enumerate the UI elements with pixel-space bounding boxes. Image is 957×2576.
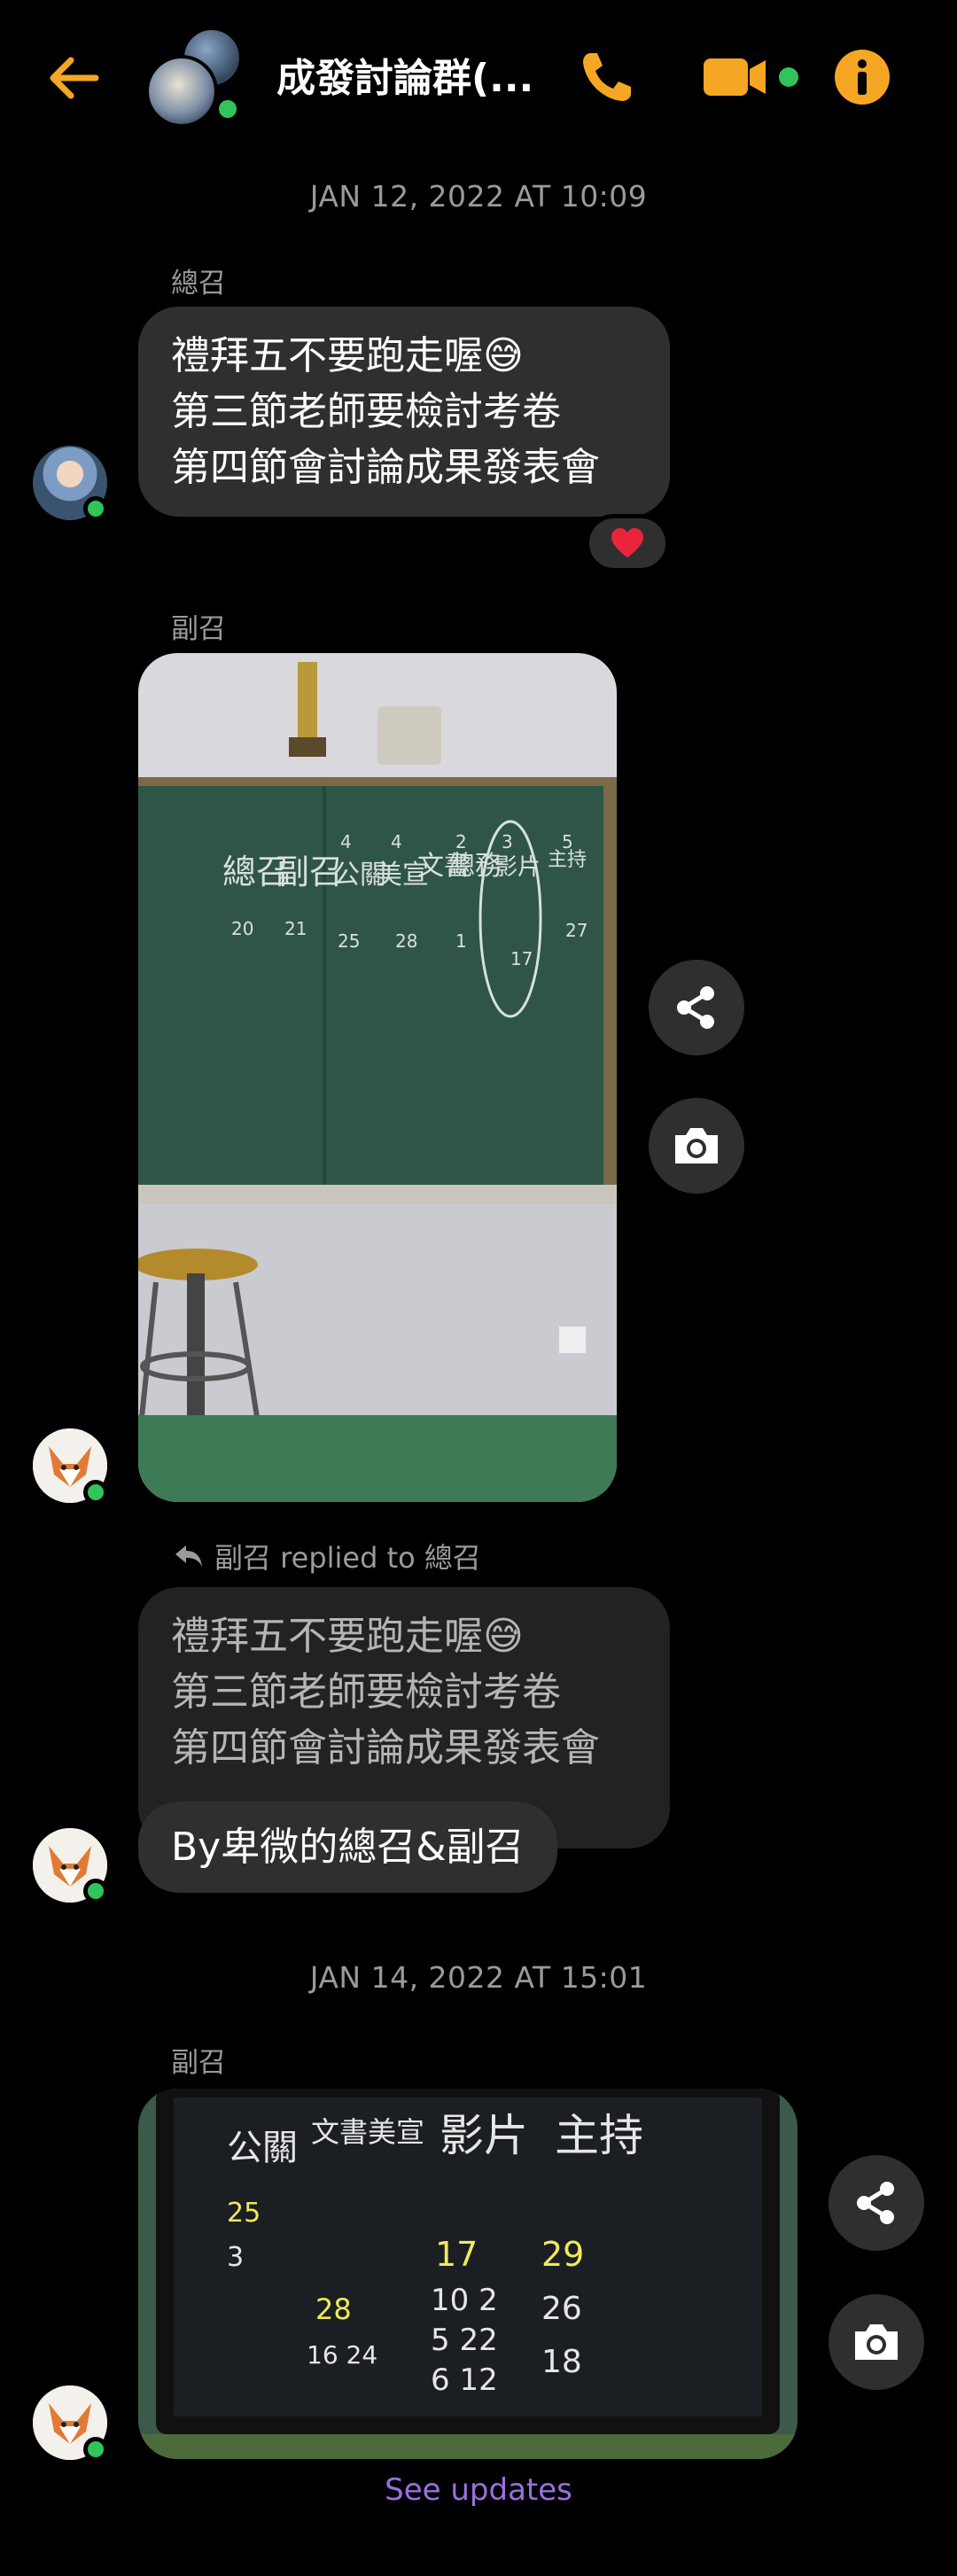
video-call-button[interactable] bbox=[700, 43, 806, 112]
quoted-line: 第三節老師要檢討考卷 bbox=[171, 1669, 561, 1715]
photo-board-text: 主持 bbox=[555, 2110, 643, 2161]
camera-button[interactable] bbox=[829, 2294, 924, 2390]
camera-button[interactable] bbox=[649, 1098, 744, 1194]
share-icon bbox=[677, 986, 714, 1029]
timestamp: JAN 12, 2022 AT 10:09 bbox=[309, 179, 648, 214]
photo-chalk-number: 3 bbox=[502, 831, 513, 852]
photo-board-text: 16 24 bbox=[307, 2340, 377, 2370]
camera-icon bbox=[855, 2324, 898, 2360]
message-bubble[interactable]: 禮拜五不要跑走喔😅 第三節老師要檢討考卷 第四節會討論成果發表會 bbox=[138, 307, 670, 517]
share-button[interactable] bbox=[649, 960, 744, 1055]
photo-chalk-number: 4 bbox=[340, 831, 352, 852]
photo-chalk-number: 5 bbox=[562, 831, 573, 852]
photo-board-text: 影片 bbox=[440, 2110, 528, 2161]
photo-board-text: 10 2 bbox=[431, 2283, 498, 2318]
online-status-dot bbox=[83, 1480, 108, 1505]
sender-name: 總召 bbox=[171, 268, 226, 300]
photo-chalk-number: 27 bbox=[565, 920, 587, 941]
message-text: By卑微的總召&副召 bbox=[171, 1825, 525, 1870]
video-camera-icon bbox=[704, 58, 798, 96]
info-button[interactable] bbox=[828, 43, 897, 112]
photo-board-text: 29 bbox=[541, 2235, 584, 2274]
conversation-title[interactable]: 成發討論群(... bbox=[276, 46, 533, 103]
photo-board-text: 17 bbox=[435, 2235, 478, 2274]
sender-name: 副召 bbox=[171, 2047, 226, 2079]
group-avatar-front bbox=[145, 55, 218, 128]
online-status-dot bbox=[214, 96, 241, 122]
photo-board-text: 公關 bbox=[227, 2128, 298, 2168]
online-status-dot bbox=[83, 2437, 108, 2462]
photo-board-text: 26 bbox=[541, 2291, 582, 2327]
reply-header: 副召 replied to 總召 bbox=[174, 1536, 481, 1576]
photo-board-text: 6 12 bbox=[431, 2362, 498, 2398]
photo-chalk-number: 2 bbox=[455, 831, 467, 852]
quoted-line: 第四節會討論成果發表會 bbox=[171, 1725, 600, 1771]
online-status-dot bbox=[83, 1879, 108, 1903]
chat-header: 成發討論群(... bbox=[0, 0, 957, 152]
info-icon bbox=[835, 50, 890, 105]
photo-chalk-number: 4 bbox=[391, 831, 402, 852]
online-status-dot bbox=[83, 496, 108, 521]
photo-board-text: 5 22 bbox=[431, 2323, 498, 2358]
quoted-line: 禮拜五不要跑走喔😅 bbox=[171, 1614, 524, 1659]
message-line: 禮拜五不要跑走喔😅 bbox=[171, 333, 524, 378]
share-icon bbox=[857, 2182, 894, 2224]
call-button[interactable] bbox=[572, 43, 642, 112]
photo-board-text: 28 bbox=[315, 2292, 352, 2326]
shared-photo-whiteboard[interactable]: 公關 25 3 文書美宣 28 16 24 影片 17 10 2 5 22 6 … bbox=[138, 2089, 798, 2459]
share-button[interactable] bbox=[829, 2155, 924, 2251]
message-line: 第四節會討論成果發表會 bbox=[171, 445, 600, 490]
photo-board-text: 25 bbox=[227, 2198, 261, 2229]
see-updates-link[interactable]: See updates bbox=[0, 2472, 957, 2508]
message-line: 第三節老師要檢討考卷 bbox=[171, 389, 561, 434]
photo-chalk-number: 25 bbox=[338, 930, 360, 952]
reply-label: 副召 replied to 總召 bbox=[214, 1541, 481, 1575]
heart-icon bbox=[611, 528, 643, 557]
photo-image: 公關 25 3 文書美宣 28 16 24 影片 17 10 2 5 22 6 … bbox=[138, 2089, 798, 2459]
shared-photo-classroom[interactable]: 總召 副召 公關 美宣 文書 總務 影片 主持 4 4 2 3 5 20 21 … bbox=[138, 653, 617, 1502]
camera-icon bbox=[675, 1128, 718, 1163]
group-avatar[interactable] bbox=[145, 27, 252, 133]
photo-chalk-number: 21 bbox=[284, 918, 307, 939]
sender-name: 副召 bbox=[171, 613, 226, 645]
message-bubble[interactable]: By卑微的總召&副召 bbox=[138, 1802, 557, 1893]
photo-chalk-number: 1 bbox=[455, 930, 467, 952]
photo-board-text: 18 bbox=[541, 2344, 582, 2380]
reaction-badge[interactable] bbox=[585, 514, 670, 572]
photo-chalk-number: 20 bbox=[231, 918, 253, 939]
reply-arrow-icon bbox=[175, 1545, 202, 1567]
photo-chalk-number: 28 bbox=[395, 930, 417, 952]
back-button[interactable] bbox=[43, 46, 106, 110]
photo-chalk-text: 總務 bbox=[448, 851, 502, 882]
photo-chalk-number: 17 bbox=[510, 948, 533, 969]
phone-icon bbox=[583, 53, 631, 101]
photo-image: 總召 副召 公關 美宣 文書 總務 影片 主持 4 4 2 3 5 20 21 … bbox=[138, 653, 617, 1502]
arrow-left-icon bbox=[50, 57, 99, 99]
photo-board-text: 文書美宣 bbox=[311, 2115, 424, 2149]
photo-board-text: 3 bbox=[227, 2242, 244, 2273]
timestamp: JAN 14, 2022 AT 15:01 bbox=[309, 1960, 648, 1995]
